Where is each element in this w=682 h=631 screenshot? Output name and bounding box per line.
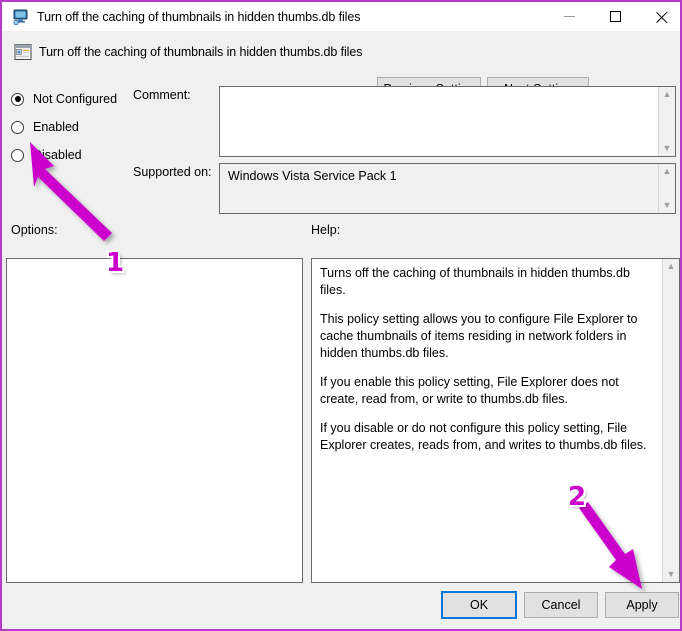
radio-selected-icon bbox=[11, 92, 24, 106]
help-paragraph: If you disable or do not configure this … bbox=[320, 421, 647, 452]
supported-on-value: Windows Vista Service Pack 1 bbox=[228, 169, 397, 183]
maximize-icon bbox=[610, 11, 621, 22]
scroll-down-icon[interactable]: ▼ bbox=[659, 198, 676, 213]
setting-title: Turn off the caching of thumbnails in hi… bbox=[39, 45, 363, 59]
dialog-footer: OK Cancel Apply bbox=[4, 583, 680, 629]
options-panel bbox=[6, 258, 303, 583]
radio-not-configured-label: Not Configured bbox=[33, 92, 118, 106]
help-text: Turns off the caching of thumbnails in h… bbox=[320, 265, 659, 454]
comment-scrollbar[interactable]: ▲ ▼ bbox=[658, 87, 675, 156]
supported-on-label: Supported on: bbox=[133, 165, 212, 179]
radio-not-configured[interactable]: Not Configured bbox=[11, 90, 117, 108]
maximize-button[interactable] bbox=[593, 2, 638, 31]
setting-header: Turn off the caching of thumbnails in hi… bbox=[4, 31, 680, 101]
radio-unselected-icon bbox=[11, 148, 24, 162]
options-label: Options: bbox=[11, 223, 58, 237]
scroll-up-icon[interactable]: ▲ bbox=[659, 87, 676, 102]
annotation-number-1: 1 bbox=[106, 248, 125, 278]
window-title: Turn off the caching of thumbnails in hi… bbox=[37, 9, 361, 24]
radio-enabled[interactable]: Enabled bbox=[11, 118, 79, 136]
help-paragraph: This policy setting allows you to config… bbox=[320, 312, 638, 360]
scroll-up-icon[interactable]: ▲ bbox=[663, 259, 680, 274]
group-policy-setting-window: Turn off the caching of thumbnails in hi… bbox=[0, 0, 682, 631]
apply-button[interactable]: Apply bbox=[605, 592, 679, 618]
ok-button[interactable]: OK bbox=[441, 591, 517, 619]
scroll-up-icon[interactable]: ▲ bbox=[659, 164, 676, 179]
group-policy-setting-icon bbox=[14, 43, 32, 61]
close-icon bbox=[655, 10, 668, 23]
help-panel: Turns off the caching of thumbnails in h… bbox=[311, 258, 680, 583]
comment-input[interactable]: ▲ ▼ bbox=[219, 86, 676, 157]
close-button[interactable] bbox=[639, 2, 680, 31]
scroll-down-icon[interactable]: ▼ bbox=[659, 141, 676, 156]
computer-monitor-icon bbox=[12, 8, 29, 26]
comment-label: Comment: bbox=[133, 88, 191, 102]
radio-unselected-icon bbox=[11, 120, 24, 134]
annotation-number-2: 2 bbox=[568, 482, 587, 512]
help-paragraph: If you enable this policy setting, File … bbox=[320, 375, 619, 406]
scroll-down-icon[interactable]: ▼ bbox=[663, 567, 680, 582]
supported-on-scrollbar[interactable]: ▲ ▼ bbox=[658, 164, 675, 213]
help-label: Help: bbox=[311, 223, 341, 237]
help-scrollbar[interactable]: ▲ ▼ bbox=[662, 259, 679, 582]
supported-on-field: Windows Vista Service Pack 1 ▲ ▼ bbox=[219, 163, 676, 214]
radio-disabled-label: Disabled bbox=[33, 148, 82, 162]
help-paragraph: Turns off the caching of thumbnails in h… bbox=[320, 266, 630, 297]
minimize-button[interactable] bbox=[547, 2, 592, 31]
radio-disabled[interactable]: Disabled bbox=[11, 146, 82, 164]
radio-enabled-label: Enabled bbox=[33, 120, 79, 134]
cancel-button[interactable]: Cancel bbox=[524, 592, 598, 618]
minimize-icon bbox=[564, 16, 575, 17]
title-bar: Turn off the caching of thumbnails in hi… bbox=[2, 0, 680, 31]
